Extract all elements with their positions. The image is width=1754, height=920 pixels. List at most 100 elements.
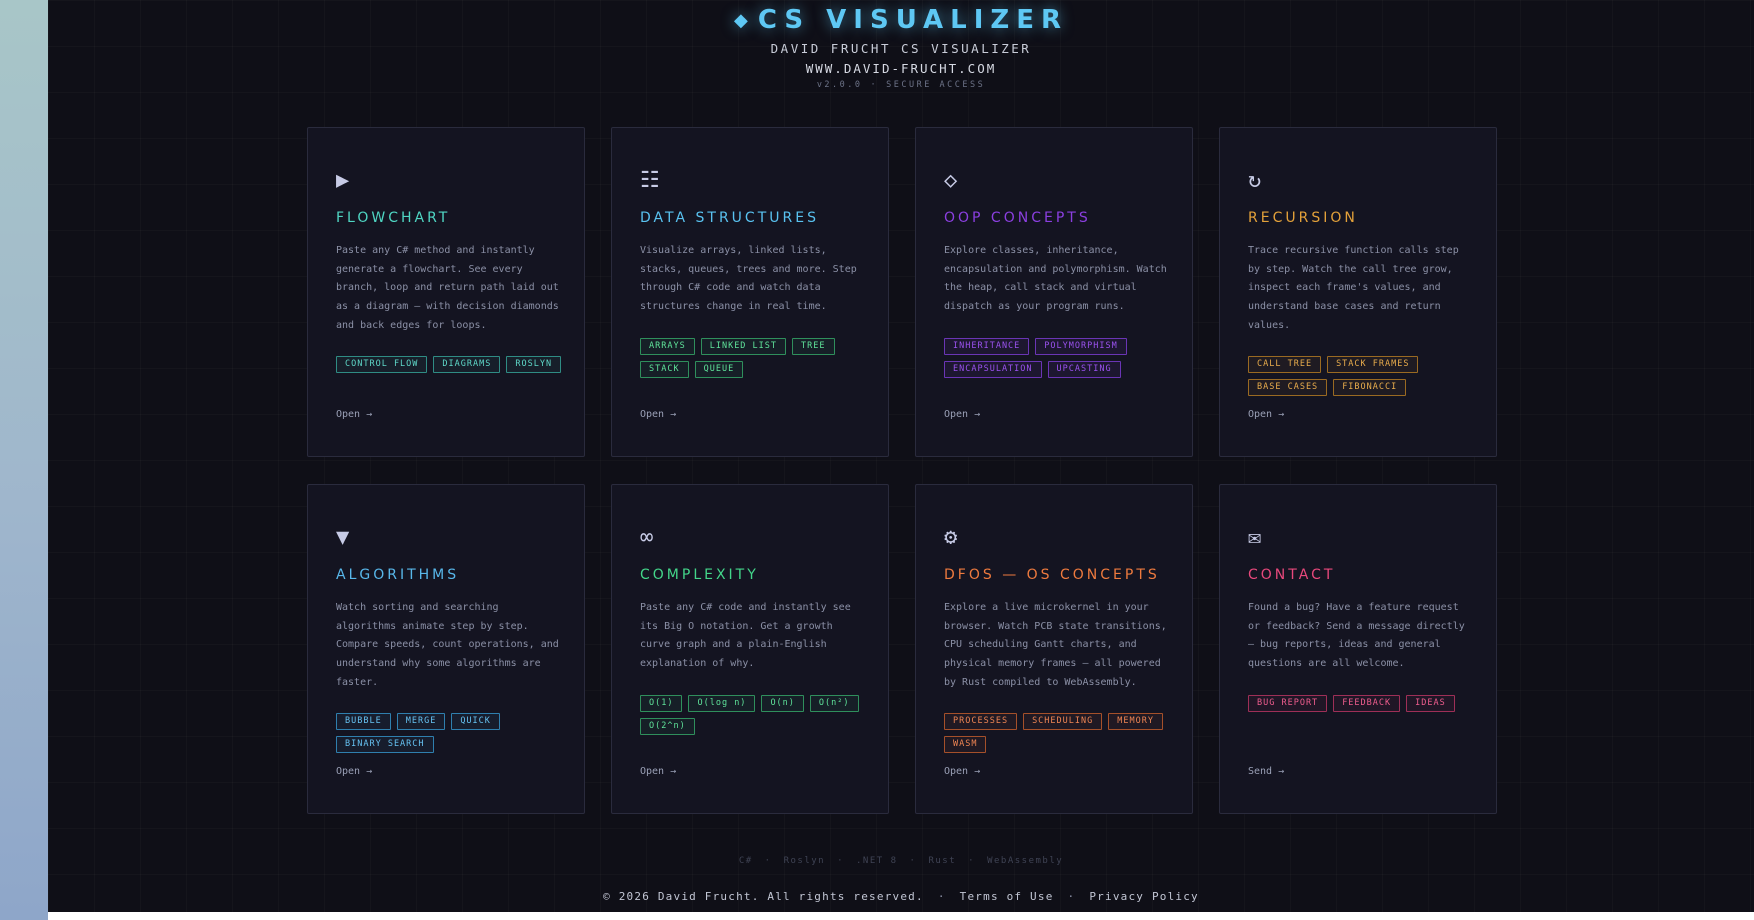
access-label: SECURE ACCESS	[886, 80, 986, 90]
open-link[interactable]: Open →	[640, 766, 676, 777]
privacy-link[interactable]: Privacy Policy	[1089, 890, 1199, 903]
separator: ·	[870, 80, 879, 90]
card-description: Trace recursive function calls step by s…	[1248, 245, 1459, 331]
card-data-structures[interactable]: ☷ DATA STRUCTURES Visualize arrays, link…	[611, 127, 889, 457]
envelope-icon: ✉	[1248, 525, 1262, 550]
play-icon: ▶	[336, 168, 350, 193]
separator: ·	[837, 856, 845, 866]
tag: BUBBLE	[336, 713, 391, 730]
tag: FIBONACCI	[1333, 379, 1407, 396]
card-description: Watch sorting and searching algorithms a…	[336, 602, 559, 688]
triangle-down-icon: ▼	[336, 525, 350, 550]
list-icon: ☷	[640, 168, 660, 193]
tag: O(log n)	[688, 695, 756, 712]
tag: O(1)	[640, 695, 683, 712]
separator: ·	[937, 890, 946, 903]
infinity-icon: ∞	[640, 525, 654, 550]
tag: CONTROL FLOW	[336, 356, 428, 373]
diamond-outline-icon: ◇	[944, 168, 958, 193]
card-contact[interactable]: ✉ CONTACT Found a bug? Have a feature re…	[1219, 484, 1497, 814]
tag: BASE CASES	[1248, 379, 1328, 396]
open-link[interactable]: Open →	[336, 766, 372, 777]
tag-list: CONTROL FLOW DIAGRAMS ROSLYN	[336, 356, 576, 373]
terms-link[interactable]: Terms of Use	[960, 890, 1054, 903]
title-text: CS VISUALIZER	[757, 5, 1068, 35]
separator: ·	[909, 856, 917, 866]
card-title: CONTACT	[1248, 567, 1336, 583]
tag-list: CALL TREE STACK FRAMES BASE CASES FIBONA…	[1248, 356, 1488, 396]
tech-item: Roslyn	[783, 856, 826, 866]
open-link[interactable]: Open →	[944, 766, 980, 777]
gear-icon: ⚙	[944, 525, 958, 550]
tag: O(2^n)	[640, 718, 695, 735]
copyright: © 2026 David Frucht. All rights reserved…	[603, 890, 924, 903]
tag: POLYMORPHISM	[1035, 338, 1127, 355]
subtitle: DAVID FRUCHT CS VISUALIZER	[770, 41, 1032, 56]
tag: SCHEDULING	[1023, 713, 1103, 730]
tag: IDEAS	[1406, 695, 1455, 712]
card-title: ALGORITHMS	[336, 567, 460, 583]
tag-list: O(1) O(log n) O(n) O(n²) O(2^n)	[640, 695, 880, 735]
tech-item: C#	[738, 856, 753, 866]
tag: QUICK	[451, 713, 500, 730]
background-strip	[0, 0, 48, 920]
card-flowchart[interactable]: ▶ FLOWCHART Paste any C# method and inst…	[307, 127, 585, 457]
card-algorithms[interactable]: ▼ ALGORITHMS Watch sorting and searching…	[307, 484, 585, 814]
tag: ENCAPSULATION	[944, 361, 1042, 378]
tag: STACK	[640, 361, 689, 378]
tech-item: Rust	[928, 856, 957, 866]
tag: UPCASTING	[1047, 361, 1121, 378]
tag: ARRAYS	[640, 338, 695, 355]
open-link[interactable]: Open →	[336, 409, 372, 420]
tool-grid: ▶ FLOWCHART Paste any C# method and inst…	[307, 127, 1499, 817]
open-link[interactable]: Open →	[640, 409, 676, 420]
tag-list: BUG REPORT FEEDBACK IDEAS	[1248, 695, 1488, 712]
version: v2.0.0	[816, 80, 863, 90]
card-title: OOP CONCEPTS	[944, 210, 1091, 226]
tag: QUEUE	[694, 361, 744, 378]
version-line: v2.0.0 · SECURE ACCESS	[48, 80, 1754, 90]
tag: MERGE	[396, 713, 446, 730]
site-url: WWW.DAVID-FRUCHT.COM	[805, 61, 997, 76]
card-dfos[interactable]: ⚙ DFOS — OS CONCEPTS Explore a live micr…	[915, 484, 1193, 814]
tag: STACK FRAMES	[1327, 356, 1419, 373]
separator: ·	[764, 856, 772, 866]
card-description: Paste any C# method and instantly genera…	[336, 245, 559, 331]
card-recursion[interactable]: ↻ RECURSION Trace recursive function cal…	[1219, 127, 1497, 457]
tag-list: ARRAYS LINKED LIST TREE STACK QUEUE	[640, 338, 880, 378]
tag: BUG REPORT	[1248, 695, 1328, 712]
tag-list: INHERITANCE POLYMORPHISM ENCAPSULATION U…	[944, 338, 1184, 378]
card-title: FLOWCHART	[336, 210, 451, 226]
card-description: Visualize arrays, linked lists, stacks, …	[640, 245, 857, 313]
diamond-icon: ◆	[733, 10, 748, 31]
card-title: DATA STRUCTURES	[640, 210, 819, 226]
refresh-icon: ↻	[1248, 168, 1262, 193]
card-title: DFOS — OS CONCEPTS	[944, 567, 1160, 583]
tag: INHERITANCE	[944, 338, 1030, 355]
tag: FEEDBACK	[1333, 695, 1401, 712]
card-title: RECURSION	[1248, 210, 1358, 226]
card-oop-concepts[interactable]: ◇ OOP CONCEPTS Explore classes, inherita…	[915, 127, 1193, 457]
tag: DIAGRAMS	[433, 356, 501, 373]
card-description: Paste any C# code and instantly see its …	[640, 602, 851, 670]
open-link[interactable]: Open →	[944, 409, 980, 420]
tag-list: BUBBLE MERGE QUICK BINARY SEARCH	[336, 713, 576, 753]
tag: O(n²)	[809, 695, 859, 712]
tag: TREE	[792, 338, 835, 355]
tech-stack: C# · Roslyn · .NET 8 · Rust · WebAssembly	[48, 856, 1754, 866]
tag: MEMORY	[1108, 713, 1163, 730]
tag: O(n)	[761, 695, 804, 712]
page: ◆ CS VISUALIZER DAVID FRUCHT CS VISUALIZE…	[48, 0, 1754, 912]
card-description: Explore a live microkernel in your brows…	[944, 602, 1167, 688]
header: ◆ CS VISUALIZER DAVID FRUCHT CS VISUALIZE…	[48, 0, 1754, 90]
tag: LINKED LIST	[700, 338, 787, 355]
separator: ·	[968, 856, 976, 866]
tag: BINARY SEARCH	[336, 736, 434, 753]
card-description: Found a bug? Have a feature request or f…	[1248, 602, 1465, 670]
send-link[interactable]: Send →	[1248, 766, 1284, 777]
open-link[interactable]: Open →	[1248, 409, 1284, 420]
card-complexity[interactable]: ∞ COMPLEXITY Paste any C# code and insta…	[611, 484, 889, 814]
tag: CALL TREE	[1248, 356, 1322, 373]
card-title: COMPLEXITY	[640, 567, 759, 583]
tag: ROSLYN	[506, 356, 562, 373]
